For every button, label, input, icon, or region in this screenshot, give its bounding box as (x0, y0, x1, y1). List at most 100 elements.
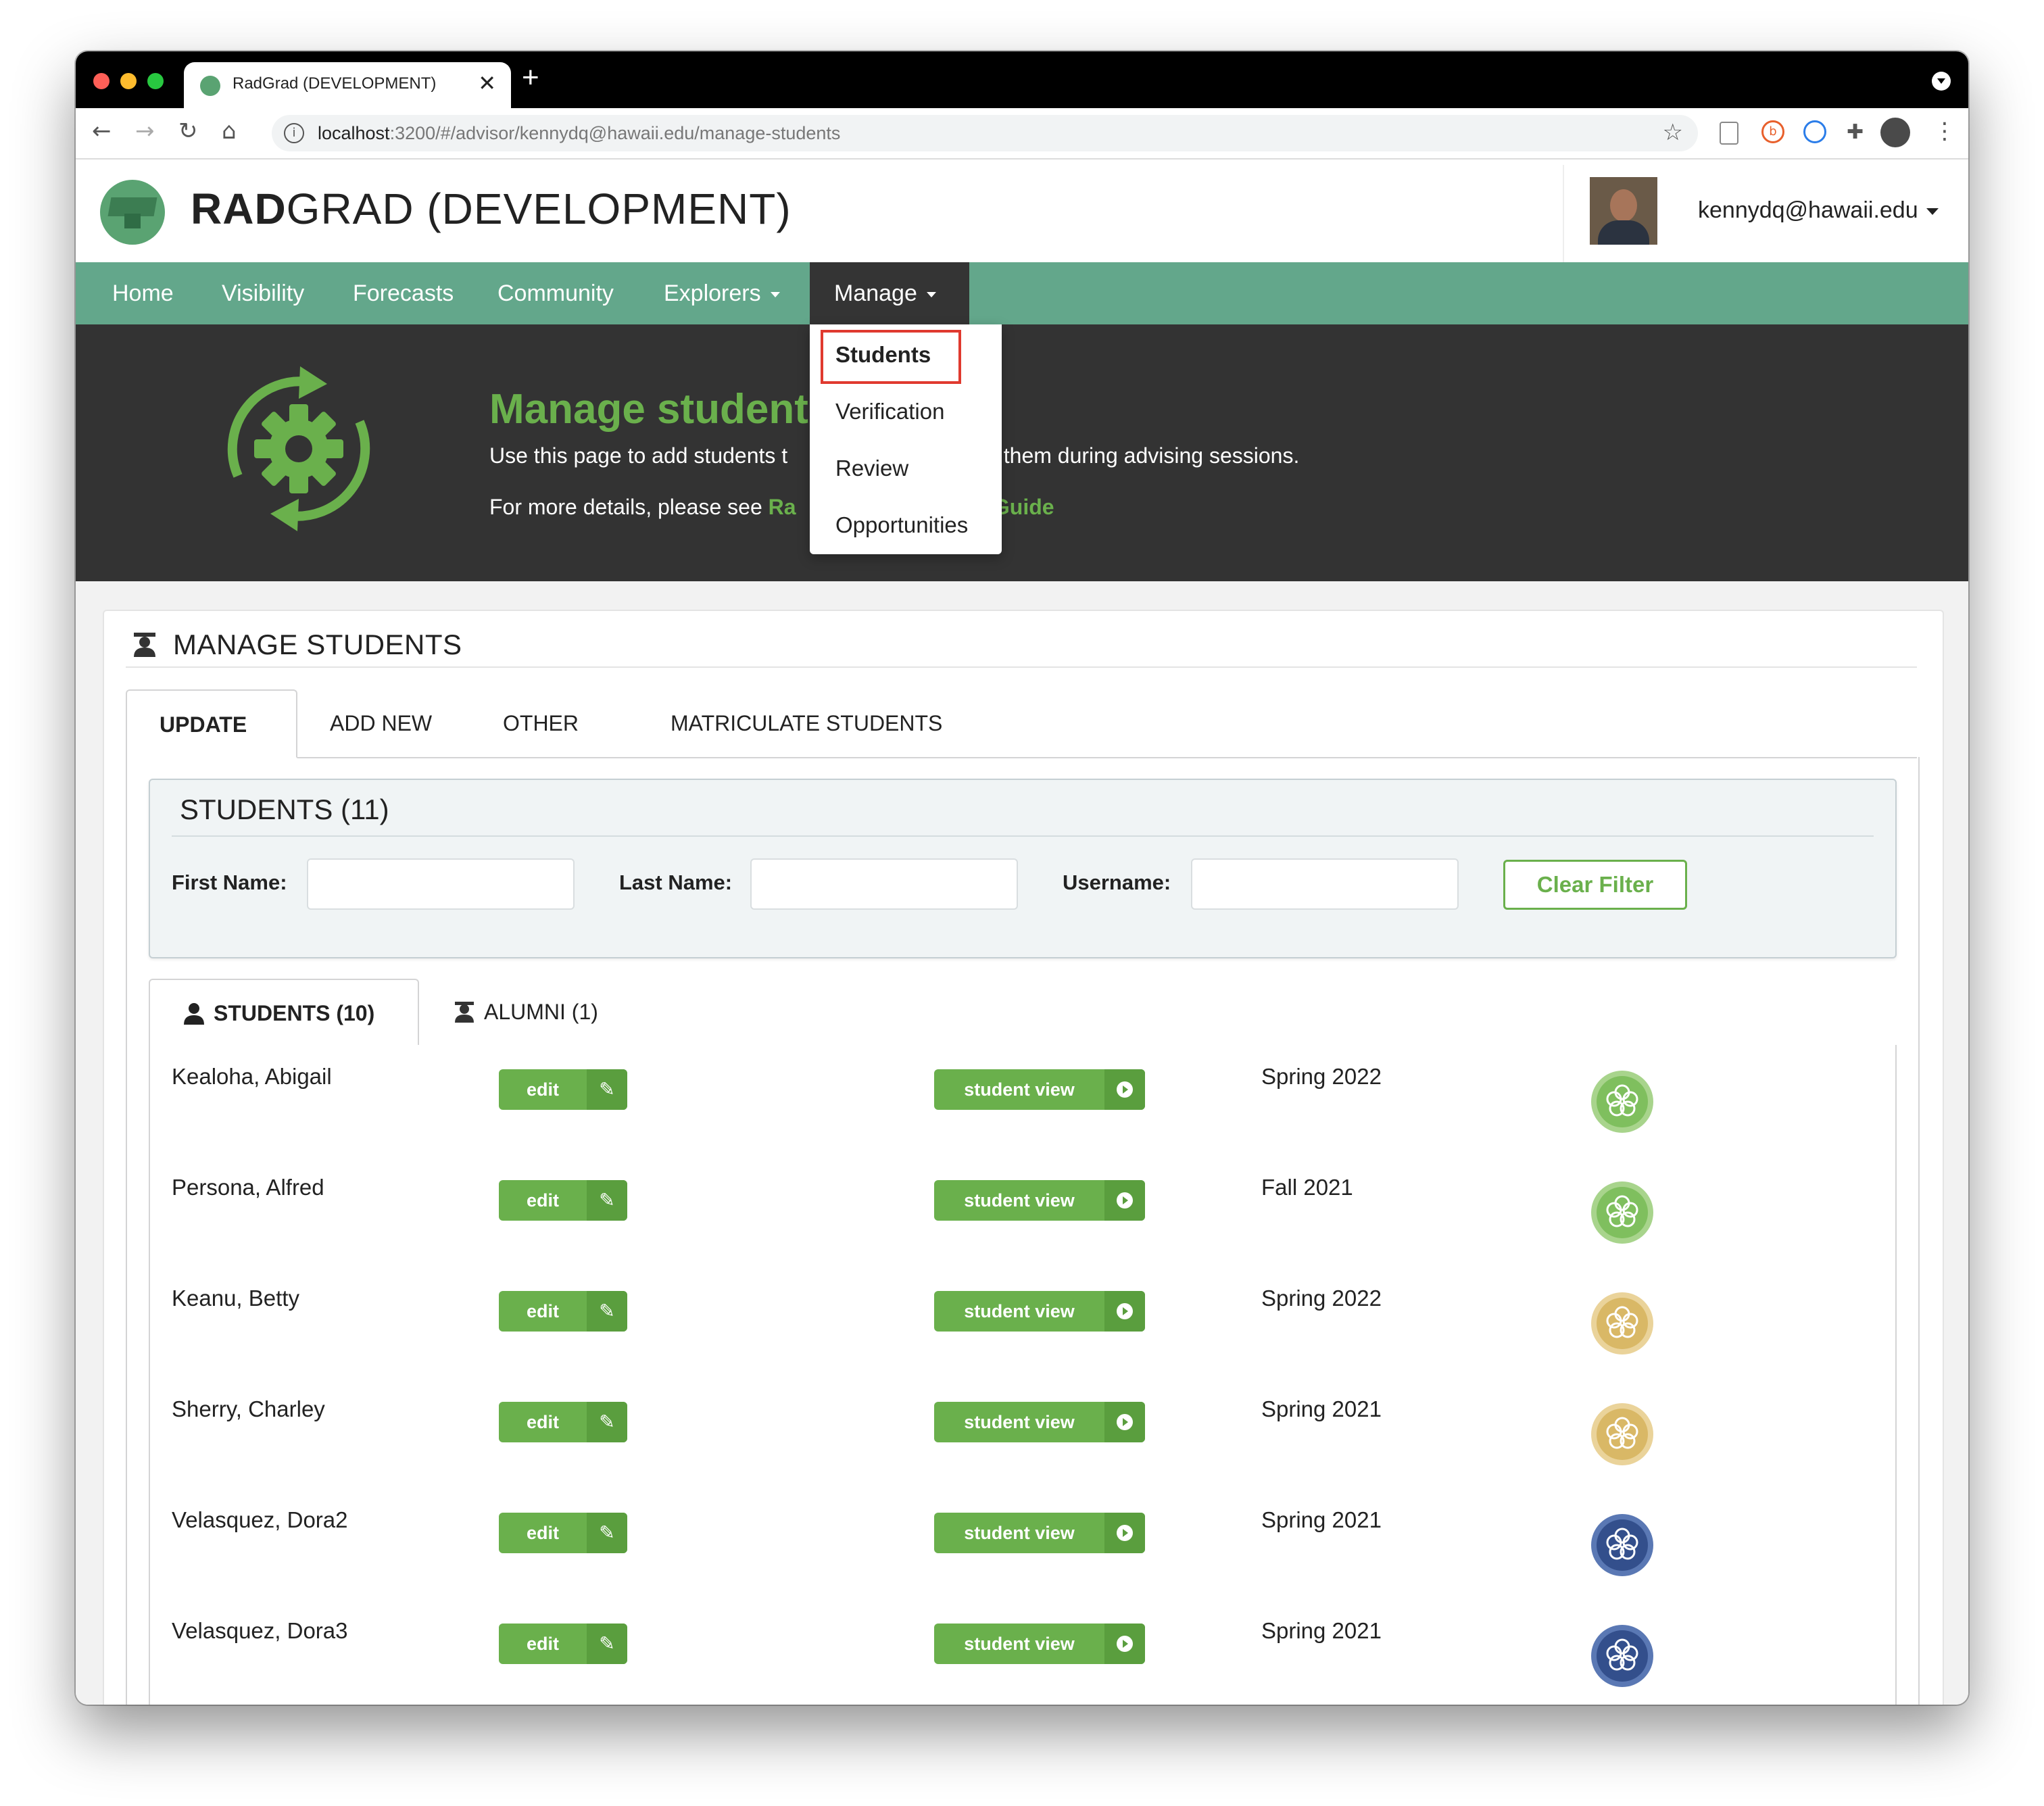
user-email: kennydq@hawaii.edu (1698, 197, 1918, 223)
tab-update[interactable]: UPDATE (126, 689, 297, 758)
edit-button[interactable]: edit ✎ (499, 1513, 627, 1553)
edit-button[interactable]: edit ✎ (499, 1624, 627, 1664)
tab-title: RadGrad (DEVELOPMENT) (233, 74, 437, 93)
student-view-button[interactable]: student view (934, 1291, 1145, 1332)
user-icon (184, 1003, 204, 1025)
forward-icon[interactable]: → (135, 118, 155, 145)
nav-manage[interactable]: Manage (810, 262, 969, 324)
main-nav: Home Visibility Forecasts Community Expl… (76, 262, 1968, 324)
chevron-down-icon (1926, 208, 1939, 216)
home-icon[interactable]: ⌂ (222, 118, 237, 145)
clear-filter-button[interactable]: Clear Filter (1503, 860, 1687, 910)
close-window-button[interactable] (93, 73, 110, 89)
tab-matriculate-students[interactable]: MATRICULATE STUDENTS (638, 689, 975, 757)
edit-button[interactable]: edit ✎ (499, 1402, 627, 1442)
nav-forecasts[interactable]: Forecasts (353, 262, 454, 324)
chevron-down-icon (770, 292, 780, 298)
student-row: Kealoha, Abigail edit ✎ student view Spr… (76, 1064, 1968, 1175)
tab-other[interactable]: OTHER (470, 689, 611, 757)
extension-c-icon[interactable] (1803, 120, 1826, 143)
tab-add-new[interactable]: ADD NEW (297, 689, 464, 757)
student-view-label: student view (964, 1079, 1075, 1100)
student-view-label: student view (964, 1301, 1075, 1321)
tab-alumni[interactable]: ALUMNI (1) (453, 979, 598, 1045)
profile-avatar-icon[interactable] (1880, 118, 1910, 147)
student-term: Fall 2021 (1261, 1175, 1353, 1200)
brand-title[interactable]: RADGRAD (DEVELOPMENT) (191, 184, 792, 234)
student-view-button[interactable]: student view (934, 1624, 1145, 1664)
tab-search-icon[interactable] (1932, 72, 1951, 91)
filter-divider (172, 835, 1874, 837)
hero-desc-b: elp them during advising sessions. (969, 443, 1300, 468)
edit-label: edit (526, 1190, 559, 1211)
nav-visibility[interactable]: Visibility (222, 262, 304, 324)
student-view-button[interactable]: student view (934, 1513, 1145, 1553)
card-title: MANAGE STUDENTS (173, 629, 462, 660)
radgrad-logo-icon[interactable] (100, 180, 165, 245)
arrow-circle-icon (1104, 1513, 1145, 1553)
student-term: Spring 2021 (1261, 1618, 1382, 1643)
graduate-icon (455, 1002, 474, 1023)
info-icon[interactable]: i (284, 123, 304, 143)
edit-button[interactable]: edit ✎ (499, 1180, 627, 1221)
maximize-window-button[interactable] (147, 73, 164, 89)
menu-icon[interactable]: ⋮ (1933, 118, 1956, 145)
edit-label: edit (526, 1301, 559, 1321)
student-term: Spring 2021 (1261, 1396, 1382, 1421)
student-name: Sherry, Charley (172, 1396, 325, 1421)
menu-item-students[interactable]: Students (835, 342, 931, 368)
edit-label: edit (526, 1523, 559, 1543)
close-tab-icon[interactable]: ✕ (478, 70, 496, 96)
edit-button[interactable]: edit ✎ (499, 1069, 627, 1110)
username-input[interactable] (1191, 858, 1459, 910)
level-badge-icon (1591, 1181, 1653, 1244)
student-name: Velasquez, Dora2 (172, 1507, 348, 1532)
star-icon[interactable]: ☆ (1663, 119, 1683, 146)
user-menu[interactable]: kennydq@hawaii.edu (1698, 197, 1939, 224)
arrow-circle-icon (1104, 1180, 1145, 1221)
app-header: RADGRAD (DEVELOPMENT) kennydq@hawaii.edu (76, 160, 1968, 265)
first-name-input[interactable] (307, 858, 575, 910)
avatar[interactable] (1590, 177, 1657, 245)
student-name: Persona, Alfred (172, 1175, 324, 1200)
student-row: Sherry, Charley edit ✎ student view Spri… (76, 1396, 1968, 1507)
arrow-circle-icon (1104, 1291, 1145, 1332)
student-view-label: student view (964, 1523, 1075, 1543)
student-view-button[interactable]: student view (934, 1069, 1145, 1110)
student-view-button[interactable]: student view (934, 1180, 1145, 1221)
student-name: Kealoha, Abigail (172, 1064, 332, 1089)
menu-item-opportunities[interactable]: Opportunities (835, 512, 968, 538)
nav-explorers[interactable]: Explorers (664, 262, 780, 324)
edit-button[interactable]: edit ✎ (499, 1291, 627, 1332)
edit-icon: ✎ (587, 1402, 627, 1442)
new-tab-button[interactable]: + (522, 61, 539, 95)
url-host: localhost (318, 123, 390, 143)
extension-b-icon[interactable]: b (1761, 120, 1784, 143)
student-view-label: student view (964, 1412, 1075, 1432)
edit-label: edit (526, 1634, 559, 1654)
tab-alumni-label: ALUMNI (1) (484, 1000, 598, 1024)
nav-community[interactable]: Community (497, 262, 614, 324)
guide-link-a[interactable]: Ra (769, 495, 796, 519)
menu-item-review[interactable]: Review (835, 456, 908, 481)
tab-students[interactable]: STUDENTS (10) (149, 979, 419, 1046)
edit-label: edit (526, 1079, 559, 1100)
student-row: Velasquez, Dora3 edit ✎ student view Spr… (76, 1618, 1968, 1705)
menu-item-verification[interactable]: Verification (835, 399, 944, 424)
student-view-label: student view (964, 1190, 1075, 1211)
nav-home[interactable]: Home (112, 262, 174, 324)
back-icon[interactable]: ← (92, 118, 112, 145)
minimize-window-button[interactable] (120, 73, 137, 89)
browser-tab[interactable]: RadGrad (DEVELOPMENT) ✕ (184, 62, 511, 108)
edit-icon: ✎ (587, 1069, 627, 1110)
reload-icon[interactable]: ↻ (178, 118, 198, 145)
extensions-icon[interactable]: ✚ (1847, 120, 1864, 144)
student-name: Keanu, Betty (172, 1286, 299, 1311)
student-view-button[interactable]: student view (934, 1402, 1145, 1442)
last-name-input[interactable] (750, 858, 1018, 910)
page-icon[interactable] (1720, 122, 1738, 145)
header-divider (1563, 165, 1564, 265)
nav-explorers-label: Explorers (664, 280, 761, 306)
address-bar[interactable]: i localhost:3200/#/advisor/kennydq@hawai… (272, 115, 1698, 151)
brand-rest: GRAD (DEVELOPMENT) (286, 185, 792, 233)
